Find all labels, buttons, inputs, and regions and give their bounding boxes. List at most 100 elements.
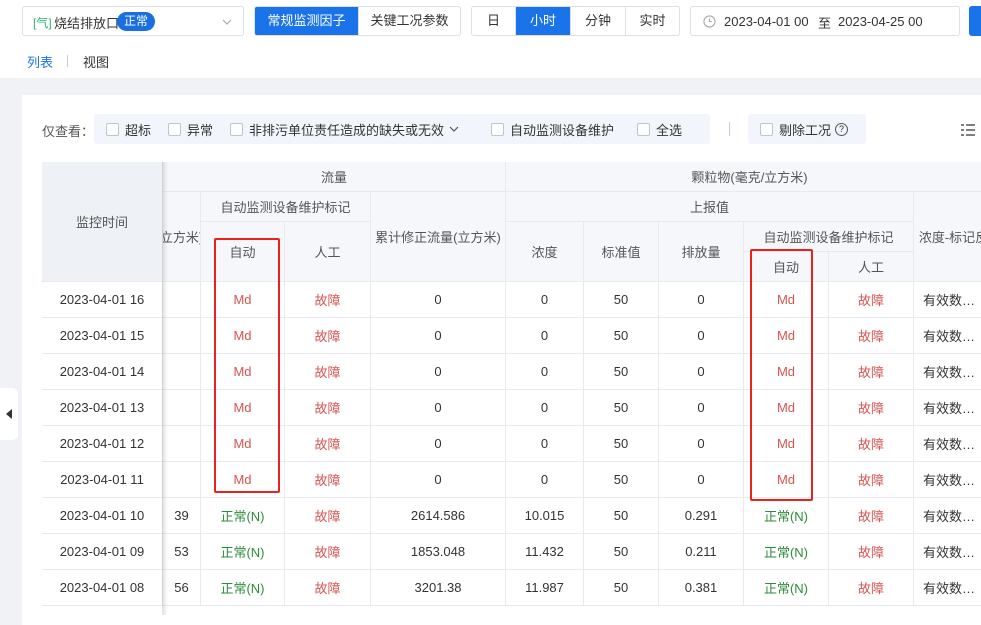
cell-std: 50 <box>584 354 659 390</box>
divider <box>67 55 68 67</box>
cell-conc: 0 <box>506 390 584 426</box>
cell-pm-manual-mark: 故障 <box>829 534 914 570</box>
cell-pm-auto-mark: Md <box>744 318 829 354</box>
cell-pm-manual-mark: 故障 <box>829 390 914 426</box>
cell-pm-manual-mark: 故障 <box>829 282 914 318</box>
checkbox[interactable] <box>168 122 181 136</box>
cell-conc: 0 <box>506 282 584 318</box>
cell-conc: 10.015 <box>506 498 584 534</box>
checkbox[interactable] <box>491 122 504 136</box>
cell-cum-flow: 0 <box>371 282 506 318</box>
cell-pm-auto-mark: Md <box>744 282 829 318</box>
header-pm-manual: 人工 <box>829 252 914 282</box>
cell-flow: 53 <box>163 534 201 570</box>
cell-manual-mark: 故障 <box>285 570 371 606</box>
cell-conc-mark[interactable]: 有效数… <box>914 426 981 462</box>
outlet-select[interactable]: [气] 烧结排放口 正常 <box>22 6 244 36</box>
tab-key-params[interactable]: 关键工况参数 <box>359 7 460 35</box>
tab-day[interactable]: 日 <box>472 7 516 35</box>
tab-list[interactable]: 列表 <box>27 52 53 71</box>
cell-conc-mark[interactable]: 有效数… <box>914 570 981 606</box>
cell-cum-flow: 0 <box>371 318 506 354</box>
cell-time: 2023-04-01 09 <box>42 534 163 570</box>
tab-hour[interactable]: 小时 <box>516 7 571 35</box>
filter-maintenance[interactable]: 自动监测设备维护 <box>491 122 614 138</box>
checkbox[interactable] <box>637 122 650 136</box>
cell-std: 50 <box>584 318 659 354</box>
cell-auto-mark: Md <box>201 462 285 498</box>
cell-flow <box>163 318 201 354</box>
cell-manual-mark: 故障 <box>285 390 371 426</box>
cell-emission: 0 <box>659 354 744 390</box>
tab-chart[interactable]: 视图 <box>83 52 109 71</box>
cell-pm-auto-mark: Md <box>744 426 829 462</box>
cell-flow <box>163 282 201 318</box>
help-icon[interactable]: ? <box>835 122 849 136</box>
column-settings-icon[interactable] <box>961 124 975 136</box>
cell-pm-auto-mark: 正常(N) <box>744 570 829 606</box>
cell-time: 2023-04-01 12 <box>42 426 163 462</box>
cell-cum-flow: 2614.586 <box>371 498 506 534</box>
caret-left-icon <box>6 409 12 419</box>
cell-manual-mark: 故障 <box>285 498 371 534</box>
cell-conc-mark[interactable]: 有效数… <box>914 498 981 534</box>
filter-over-limit[interactable]: 超标 <box>106 122 151 138</box>
divider <box>729 122 730 136</box>
cell-auto-mark: 正常(N) <box>201 570 285 606</box>
filter-invalid[interactable]: 非排污单位责任造成的缺失或无效 <box>230 122 460 138</box>
data-table: 流量颗粒物(毫克/立方米)立方米)自动监测设备维护标记自动人工累计修正流量(立方… <box>42 162 981 615</box>
tab-minute[interactable]: 分钟 <box>571 7 626 35</box>
header-pm-group: 颗粒物(毫克/立方米) <box>506 162 981 192</box>
collapse-handle[interactable] <box>0 388 18 440</box>
cell-conc-mark[interactable]: 有效数… <box>914 282 981 318</box>
query-button[interactable] <box>969 6 981 36</box>
checkbox[interactable] <box>230 122 243 136</box>
cell-emission: 0 <box>659 462 744 498</box>
cell-manual-mark: 故障 <box>285 282 371 318</box>
cell-auto-mark: Md <box>201 354 285 390</box>
cell-conc-mark[interactable]: 有效数… <box>914 534 981 570</box>
cell-flow <box>163 354 201 390</box>
header-flow-group: 流量 <box>163 162 506 192</box>
header-auto: 自动 <box>201 222 285 282</box>
tab-realtime[interactable]: 实时 <box>626 7 679 35</box>
cell-pm-manual-mark: 故障 <box>829 318 914 354</box>
cell-conc-mark[interactable]: 有效数… <box>914 354 981 390</box>
header-cum-flow: 累计修正流量(立方米) <box>371 192 506 282</box>
cell-pm-auto-mark: 正常(N) <box>744 498 829 534</box>
toolbar: [气] 烧结排放口 正常 常规监测因子 关键工况参数 日 小时 分钟 实时 20… <box>0 0 981 44</box>
cell-manual-mark: 故障 <box>285 354 371 390</box>
cell-conc-mark[interactable]: 有效数… <box>914 462 981 498</box>
factor-tabs: 常规监测因子 关键工况参数 <box>254 6 461 36</box>
cell-std: 50 <box>584 282 659 318</box>
cell-auto-mark: Md <box>201 282 285 318</box>
chevron-down-icon <box>222 19 232 25</box>
chevron-down-icon[interactable] <box>448 123 460 135</box>
filter-options: 超标 异常 非排污单位责任造成的缺失或无效 自动监测设备维护 全选 <box>94 114 710 144</box>
cell-emission: 0 <box>659 390 744 426</box>
cell-emission: 0 <box>659 426 744 462</box>
checkbox[interactable] <box>760 122 773 136</box>
filter-exclude-conditions[interactable]: 剔除工况? <box>760 122 849 138</box>
filter-abnormal[interactable]: 异常 <box>168 122 213 138</box>
cell-conc-mark[interactable]: 有效数… <box>914 318 981 354</box>
cell-emission: 0.381 <box>659 570 744 606</box>
cell-manual-mark: 故障 <box>285 462 371 498</box>
cell-std: 50 <box>584 570 659 606</box>
cell-auto-mark: Md <box>201 318 285 354</box>
cell-conc-mark[interactable]: 有效数… <box>914 390 981 426</box>
date-separator: 至 <box>818 16 832 31</box>
filter-select-all[interactable]: 全选 <box>637 122 682 138</box>
cell-time: 2023-04-01 11 <box>42 462 163 498</box>
cell-time: 2023-04-01 16 <box>42 282 163 318</box>
cell-pm-manual-mark: 故障 <box>829 570 914 606</box>
cell-pm-manual-mark: 故障 <box>829 462 914 498</box>
date-range-picker[interactable]: 2023-04-01 00 至 2023-04-25 00 <box>690 6 960 36</box>
tab-regular-factors[interactable]: 常规监测因子 <box>255 7 359 35</box>
header-time: 监控时间 <box>42 162 163 282</box>
cell-emission: 0 <box>659 282 744 318</box>
header-pm-auto: 自动 <box>744 252 829 282</box>
header-std: 标准值 <box>584 222 659 282</box>
checkbox[interactable] <box>106 122 119 136</box>
cell-flow <box>163 426 201 462</box>
